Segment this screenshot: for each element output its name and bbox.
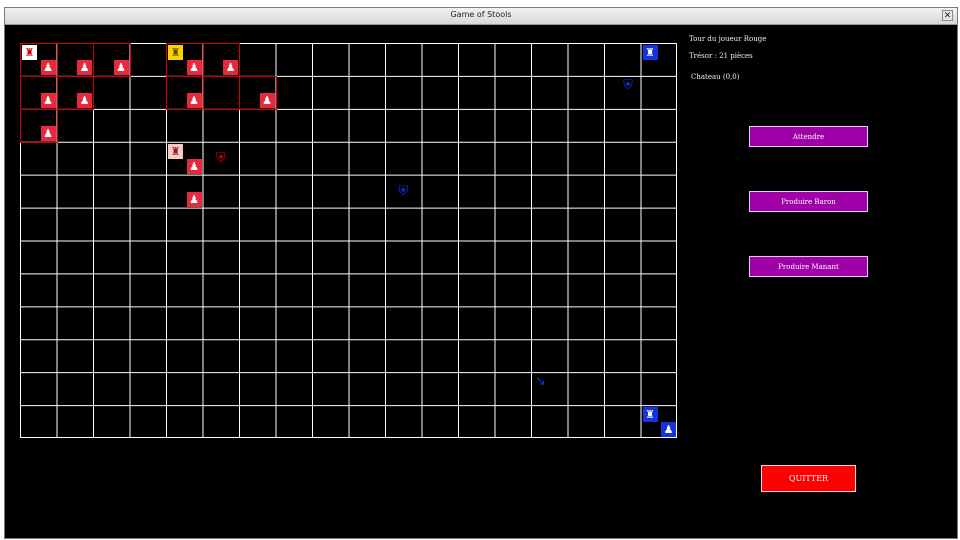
red-castle-icon[interactable]: ♜ (22, 45, 37, 60)
red-unit-icon[interactable]: ♟ (40, 92, 56, 108)
red-unit-icon[interactable]: ♟ (77, 59, 92, 75)
quit-button[interactable]: QUITTER (761, 465, 856, 492)
game-window: Game of Stools ✕ ♜ ♟ ♟ ♟ ♜ ♟ ♟ ♟ ♟ ♟ ♟ ♟ ♜ ♟ ♟ ⛨ ⛨ ⛨ ♜ ♜ ♟ ↘ … (4, 7, 958, 539)
blue-arrow-icon-icon[interactable]: ↘ (533, 374, 548, 389)
game-board[interactable]: ♜ ♟ ♟ ♟ ♜ ♟ ♟ ♟ ♟ ♟ ♟ ♟ ♜ ♟ ♟ ⛨ ⛨ ⛨ ♜ ♜ ♟ ↘ (20, 43, 677, 438)
blue-unit-icon[interactable]: ♟ (661, 422, 676, 437)
red-unit-icon[interactable]: ♟ (77, 92, 92, 108)
produce-manant-button[interactable]: Produire Manant (749, 256, 868, 277)
red-unit-icon[interactable]: ♟ (186, 191, 202, 207)
selection-label: Chateau (0,0) (691, 73, 740, 81)
red-unit-icon[interactable]: ♟ (259, 92, 275, 108)
red-unit-icon[interactable]: ♟ (186, 158, 202, 174)
wait-button[interactable]: Attendre (749, 126, 868, 147)
red-unit-icon[interactable]: ♟ (186, 59, 202, 75)
red-unit-icon[interactable]: ♟ (223, 59, 238, 75)
neutral-castle-icon[interactable]: ♜ (168, 143, 183, 159)
turn-label: Tour du joueur Rouge (689, 35, 767, 43)
yellow-castle-icon[interactable]: ♜ (168, 45, 183, 60)
title-bar: Game of Stools ✕ (5, 8, 957, 25)
produce-baron-button[interactable]: Produire Baron (749, 191, 868, 212)
blue-enemy-icon-icon[interactable]: ⛨ (396, 184, 411, 199)
board-grid (20, 43, 677, 438)
treasury-label: Trésor : 21 pièces (689, 52, 753, 60)
controlled-cell[interactable] (202, 75, 240, 110)
close-icon[interactable]: ✕ (942, 10, 953, 21)
blue-castle-icon[interactable]: ♜ (642, 407, 658, 423)
blue-castle-icon[interactable]: ♜ (642, 45, 658, 60)
red-unit-icon[interactable]: ♟ (40, 125, 56, 141)
red-unit-icon[interactable]: ♟ (113, 59, 129, 75)
blue-enemy-icon-icon[interactable]: ⛨ (621, 78, 636, 93)
red-unit-icon[interactable]: ♟ (186, 92, 202, 108)
red-unit-icon[interactable]: ♟ (40, 59, 56, 75)
window-title: Game of Stools (450, 10, 512, 19)
red-enemy-icon-icon[interactable]: ⛨ (213, 151, 228, 166)
